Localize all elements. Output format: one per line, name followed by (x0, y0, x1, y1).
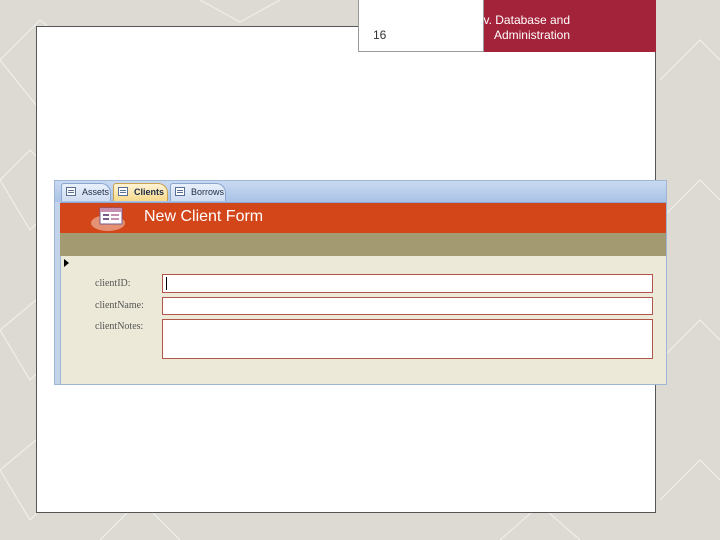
access-form-window: Assets Clients Borrows New Client Form c… (54, 180, 667, 385)
form-icon (175, 187, 185, 196)
slide-title-box: Adv. Database and Administration (469, 0, 656, 52)
tab-clients[interactable]: Clients (113, 183, 168, 201)
client-id-label: clientID: (95, 278, 131, 289)
form-title: New Client Form (144, 208, 264, 225)
form-icon (118, 187, 128, 196)
page-number-box (358, 0, 484, 52)
client-notes-input[interactable] (162, 319, 653, 359)
tab-assets[interactable]: Assets (61, 183, 111, 201)
client-notes-label: clientNotes: (95, 321, 144, 332)
form-header-band (60, 233, 666, 256)
text-caret (166, 277, 167, 290)
tab-label: Assets (82, 187, 110, 197)
client-id-input[interactable] (162, 274, 653, 293)
slide-title-line-1: Adv. Database and (468, 13, 570, 27)
document-tab-bar: Assets Clients Borrows (55, 181, 666, 203)
form-icon (66, 187, 76, 196)
tab-label: Borrows (191, 187, 225, 197)
client-name-label: clientName: (95, 300, 144, 311)
page-number: 16 (373, 28, 387, 42)
form-header: New Client Form (60, 203, 666, 233)
form-icon (91, 207, 125, 231)
client-name-input[interactable] (162, 297, 653, 315)
slide-title-line-2: Administration (493, 28, 570, 42)
tab-label: Clients (134, 187, 165, 197)
current-record-arrow-icon (64, 259, 69, 267)
tab-borrows[interactable]: Borrows (170, 183, 226, 201)
